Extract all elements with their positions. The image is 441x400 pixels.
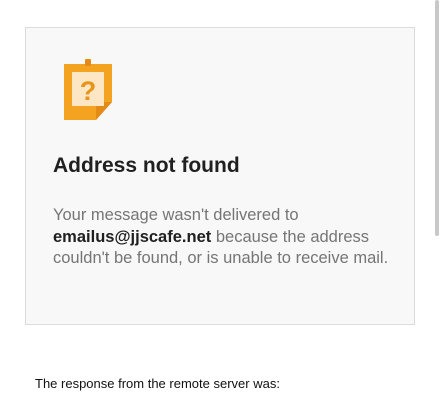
question-mark-glyph: ? <box>80 76 97 106</box>
bounce-message: Your message wasn't delivered to emailus… <box>53 205 398 270</box>
remote-server-response-label: The response from the remote server was: <box>35 376 280 391</box>
message-text-before: Your message wasn't delivered to <box>53 206 299 224</box>
recipient-email: emailus@jjscafe.net <box>53 227 212 246</box>
vertical-scrollbar[interactable] <box>435 0 439 236</box>
question-mark-sticky-note-icon: ? <box>62 58 114 122</box>
page-title: Address not found <box>53 154 240 177</box>
bounce-notice-card: ? Address not found Your message wasn't … <box>25 27 415 325</box>
